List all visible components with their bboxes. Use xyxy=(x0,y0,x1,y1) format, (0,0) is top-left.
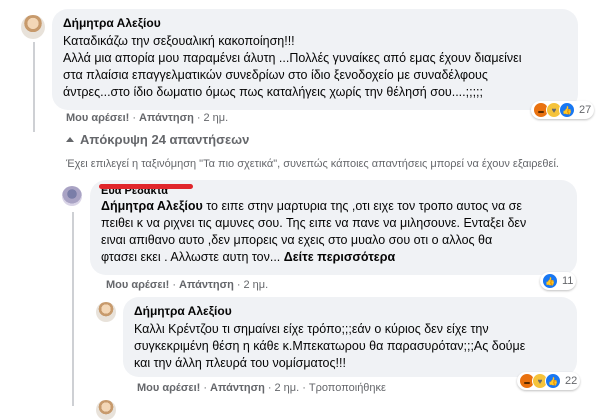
reply-button[interactable]: Απάντηση xyxy=(210,382,265,394)
reaction-count: 27 xyxy=(579,104,592,116)
reaction-summary[interactable]: ♥ 👍 27 xyxy=(531,101,595,119)
avatar[interactable] xyxy=(96,400,116,420)
avatar[interactable] xyxy=(62,186,82,206)
redaction-mark xyxy=(99,184,193,189)
like-reaction-icon: 👍 xyxy=(559,102,575,118)
like-button[interactable]: Μου αρέσει! xyxy=(106,279,169,291)
sort-notice: Έχει επιλεγεί η ταξινόμηση "Τα πιο σχετι… xyxy=(66,158,559,170)
collapse-arrow-icon xyxy=(66,137,74,142)
reaction-count: 11 xyxy=(562,275,574,287)
edited-label[interactable]: Τροποποιήθηκε xyxy=(309,382,386,394)
comment-actions: Μου αρέσει! · Απάντηση · 2 ημ. xyxy=(66,112,229,124)
reply-button[interactable]: Απάντηση xyxy=(139,112,194,124)
see-more-link[interactable]: Δείτε περισσότερα xyxy=(284,250,395,264)
comment-text: Καταδικάζω την σεξουαλική κακοποίηση!!! … xyxy=(63,34,522,99)
timestamp[interactable]: 2 ημ. xyxy=(244,279,269,291)
reply-button[interactable]: Απάντηση xyxy=(179,279,234,291)
avatar[interactable] xyxy=(96,302,116,322)
comment-bubble: Δήμητρα Αλεξίου Καταδικάζω την σεξουαλικ… xyxy=(52,9,578,110)
mention-link[interactable]: Δήμητρα Αλεξίου xyxy=(101,199,203,213)
avatar[interactable] xyxy=(21,15,45,39)
timestamp[interactable]: 2 ημ. xyxy=(275,382,300,394)
reaction-summary[interactable]: ♥ 👍 22 xyxy=(517,372,581,390)
hide-replies-link[interactable]: Απόκρυψη 24 απαντήσεων xyxy=(66,132,249,147)
comment-author[interactable]: Δήμητρα Αλεξίου xyxy=(63,16,567,30)
thread-line xyxy=(72,212,74,406)
reply-text: Καλλι Κρέντζου τι σημαίνει είχε τρόπο;;;… xyxy=(134,322,526,370)
reply-text: Δήμητρα Αλεξίου το ειπε στην μαρτυρια τη… xyxy=(101,198,566,266)
reply-actions: Μου αρέσει! · Απάντηση · 2 ημ. · Τροποποιήθηκε xyxy=(137,382,386,394)
reply-bubble: Δήμητρα Αλεξίου Καλλι Κρέντζου τι σημαίν… xyxy=(123,297,577,377)
like-reaction-icon: 👍 xyxy=(542,273,558,289)
thread-line xyxy=(33,42,35,132)
like-button[interactable]: Μου αρέσει! xyxy=(66,112,129,124)
hide-replies-label: Απόκρυψη 24 απαντήσεων xyxy=(80,132,250,147)
reaction-count: 22 xyxy=(565,375,578,387)
like-button[interactable]: Μου αρέσει! xyxy=(137,382,200,394)
timestamp[interactable]: 2 ημ. xyxy=(204,112,229,124)
like-reaction-icon: 👍 xyxy=(545,373,561,389)
reply-bubble: Εύα Ρεδάκτα Δήμητρα Αλεξίου το ειπε στην… xyxy=(90,180,577,275)
reaction-summary[interactable]: 👍 11 xyxy=(540,272,577,290)
reply-actions: Μου αρέσει! · Απάντηση · 2 ημ. xyxy=(106,279,269,291)
reply-author[interactable]: Δήμητρα Αλεξίου xyxy=(134,304,566,318)
